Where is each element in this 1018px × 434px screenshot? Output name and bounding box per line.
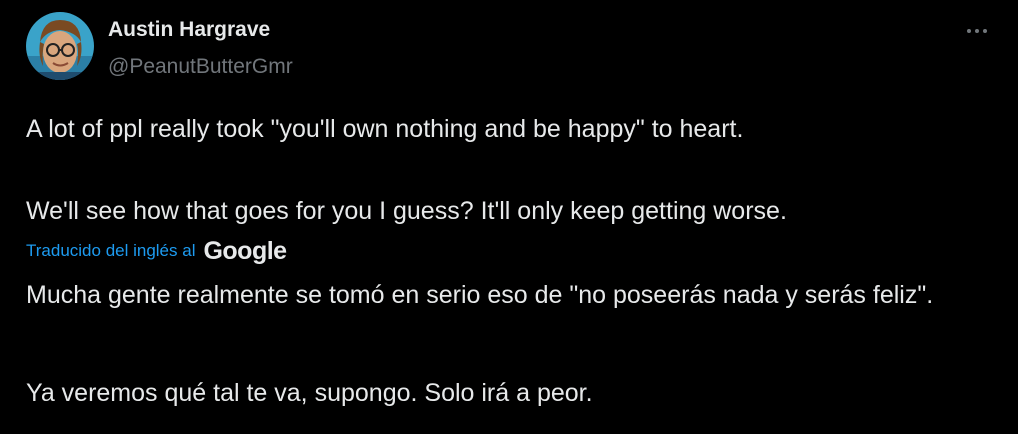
- tweet-text-line-2: We'll see how that goes for you I guess?…: [26, 197, 787, 225]
- avatar-photo-icon: [26, 12, 94, 80]
- tweet: Austin Hargrave @PeanutButterGmr A lot o…: [0, 0, 1018, 434]
- translation-attribution: Traducido del inglés al Google: [26, 236, 287, 266]
- translated-from-link[interactable]: Traducido del inglés al: [26, 241, 195, 261]
- translated-text-line-1: Mucha gente realmente se tomó en serio e…: [26, 281, 934, 309]
- author-handle[interactable]: @PeanutButterGmr: [108, 55, 293, 79]
- tweet-text-line-1: A lot of ppl really took "you'll own not…: [26, 115, 744, 143]
- more-horizontal-icon: [967, 29, 987, 33]
- author-name[interactable]: Austin Hargrave: [108, 18, 270, 42]
- translated-text-line-2: Ya veremos qué tal te va, supongo. Solo …: [26, 379, 593, 407]
- more-options-button[interactable]: [962, 18, 992, 44]
- avatar[interactable]: [26, 12, 94, 80]
- google-logo: Google: [203, 236, 287, 265]
